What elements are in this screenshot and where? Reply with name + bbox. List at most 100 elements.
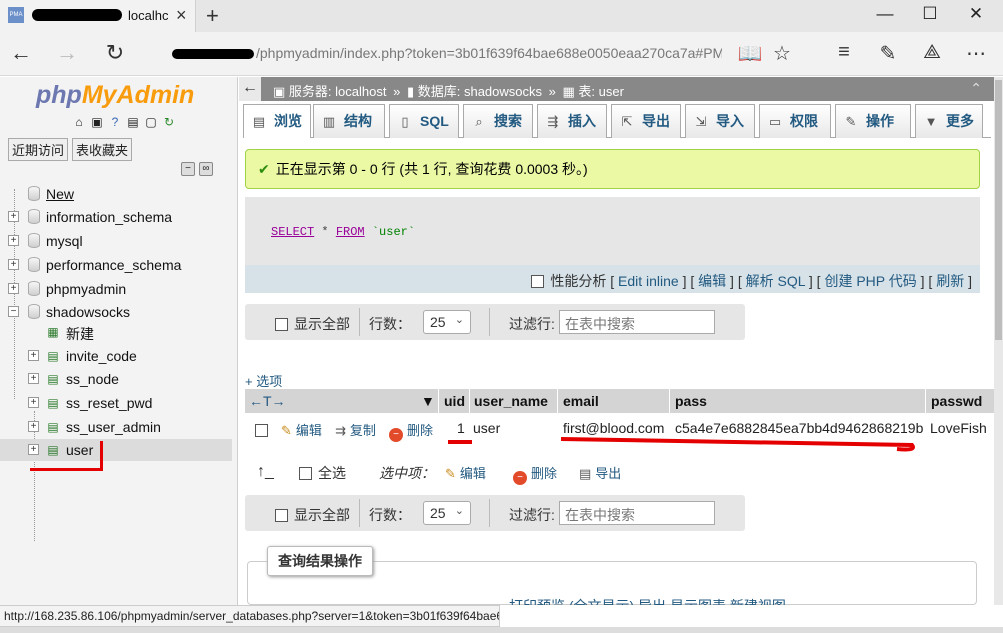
create-php-link[interactable]: 创建 PHP 代码 <box>824 273 916 289</box>
reading-view-icon[interactable]: 📖 <box>736 41 764 66</box>
tree-item-label[interactable]: phpmyadmin <box>46 281 126 297</box>
collapse-icon[interactable]: − <box>8 306 19 317</box>
more-icon[interactable]: ⋯ <box>962 41 990 66</box>
column-menu-chevron-icon[interactable]: ▼ <box>421 393 435 409</box>
show-all-control[interactable]: 显示全部 <box>275 505 350 525</box>
forward-arrow-icon[interactable]: → <box>52 40 82 66</box>
tab-close-icon[interactable]: × <box>176 5 187 26</box>
tree-item-ss-node[interactable]: + ▤ ss_node <box>0 368 232 390</box>
favorite-star-icon[interactable]: ☆ <box>768 41 796 66</box>
bulk-delete-action[interactable]: − 删除 <box>513 463 557 485</box>
options-link[interactable]: + 选项 <box>245 371 282 390</box>
rows-select[interactable]: 25 ⌄ <box>423 310 471 334</box>
breadcrumb-database[interactable]: 数据库: shadowsocks <box>418 84 542 99</box>
tree-item-mysql[interactable]: + mysql <box>0 230 232 252</box>
tab-operations[interactable]: ✎ 操作 <box>835 104 911 138</box>
expand-icon[interactable]: + <box>8 283 19 294</box>
column-sort-arrows[interactable]: ←T→ <box>249 393 286 409</box>
tree-item-new[interactable]: New <box>0 183 232 205</box>
new-tab-icon[interactable]: + <box>206 3 219 29</box>
reload-icon[interactable]: ↻ <box>162 115 176 129</box>
recent-tab[interactable]: 近期访问 <box>8 138 69 161</box>
tree-item-label[interactable]: information_schema <box>46 209 172 225</box>
tree-item-label[interactable]: performance_schema <box>46 257 181 273</box>
show-all-checkbox[interactable] <box>275 318 288 331</box>
bulk-export-action[interactable]: ▤ 导出 <box>579 463 621 482</box>
collapse-all-icon[interactable]: − <box>181 162 195 176</box>
row-checkbox[interactable] <box>255 424 268 437</box>
tree-item-label[interactable]: ss_reset_pwd <box>66 395 152 411</box>
expand-icon[interactable]: + <box>28 373 39 384</box>
tab-more[interactable]: ▼ 更多 <box>915 104 983 138</box>
show-all-control[interactable]: 显示全部 <box>275 314 350 334</box>
expand-icon[interactable]: + <box>8 211 19 222</box>
browser-tab[interactable]: PMA localhc × <box>0 0 196 32</box>
sql-query[interactable]: SELECT * FROM `user` <box>271 225 415 239</box>
breadcrumb-table[interactable]: 表: user <box>578 84 624 99</box>
column-header-passwd[interactable]: passwd <box>931 393 982 409</box>
tab-privileges[interactable]: ▭ 权限 <box>759 104 831 138</box>
back-arrow-icon[interactable]: ← <box>6 40 36 66</box>
phpmyadmin-logo[interactable]: phpMyAdmin <box>36 81 194 110</box>
tree-item-label[interactable]: New <box>46 186 74 202</box>
tab-structure[interactable]: ▥ 结构 <box>313 104 385 138</box>
column-header-uid[interactable]: uid <box>444 393 465 409</box>
tree-item-performance-schema[interactable]: + performance_schema <box>0 254 232 276</box>
profiling-checkbox[interactable] <box>531 275 545 288</box>
tree-item-invite-code[interactable]: + ▤ invite_code <box>0 345 232 367</box>
expand-icon[interactable]: + <box>28 421 39 432</box>
cell-user-name[interactable]: user <box>473 420 500 436</box>
tree-item-label[interactable]: ss_user_admin <box>66 419 161 435</box>
tab-browse[interactable]: ▤ 浏览 <box>243 104 311 138</box>
scrollbar-thumb[interactable] <box>995 80 1002 340</box>
rows-select[interactable]: 25 ⌄ <box>423 501 471 525</box>
sql-keyword[interactable]: SELECT <box>271 225 314 239</box>
tree-item-label[interactable]: invite_code <box>66 348 137 364</box>
row-edit-action[interactable]: ✎ 编辑 <box>281 420 322 439</box>
settings-icon[interactable]: ▢ <box>144 115 158 129</box>
tab-search[interactable]: ⌕ 搜索 <box>463 104 533 138</box>
web-note-icon[interactable]: ✎ <box>874 41 902 66</box>
explain-sql-link[interactable]: 解析 SQL <box>746 273 805 289</box>
expand-icon[interactable]: + <box>8 259 19 270</box>
edit-link[interactable]: 编辑 <box>698 273 726 289</box>
logout-icon[interactable]: ▣ <box>90 115 104 129</box>
breadcrumb-server[interactable]: 服务器: localhost <box>289 84 387 99</box>
tree-item-label[interactable]: mysql <box>46 233 83 249</box>
tab-insert[interactable]: ⇶ 插入 <box>537 104 607 138</box>
favorites-tab[interactable]: 表收藏夹 <box>72 138 133 161</box>
hub-icon[interactable]: ≡ <box>830 41 858 64</box>
tab-export[interactable]: ⇱ 导出 <box>611 104 681 138</box>
url-field[interactable]: /phpmyadmin/index.php?token=3b01f639f64b… <box>256 45 722 61</box>
cell-passwd[interactable]: LoveFish <box>930 420 987 436</box>
refresh-link[interactable]: 刷新 <box>936 273 964 289</box>
tree-item-label[interactable]: user <box>66 442 93 458</box>
home-icon[interactable]: ⌂ <box>72 115 86 129</box>
window-close-icon[interactable]: ✕ <box>961 4 991 24</box>
tree-item-new-table[interactable]: ▦ 新建 <box>0 321 232 343</box>
column-header-email[interactable]: email <box>563 393 599 409</box>
sql-keyword[interactable]: FROM <box>336 225 365 239</box>
expand-icon[interactable]: + <box>8 235 19 246</box>
maximize-icon[interactable]: ☐ <box>915 4 945 24</box>
refresh-icon[interactable]: ↻ <box>100 40 130 66</box>
tree-item-user[interactable]: + ▤ user <box>0 439 232 461</box>
row-copy-action[interactable]: ⇉ 复制 <box>335 420 376 439</box>
cell-uid[interactable]: 1 <box>457 420 465 436</box>
expand-icon[interactable]: + <box>28 444 39 455</box>
share-icon[interactable]: ⟁ <box>918 41 946 64</box>
tree-item-phpmyadmin[interactable]: + phpmyadmin <box>0 278 232 300</box>
row-delete-action[interactable]: − 删除 <box>389 420 433 442</box>
edit-inline-link[interactable]: Edit inline <box>618 273 679 289</box>
minimize-icon[interactable]: — <box>870 4 900 24</box>
expand-icon[interactable]: + <box>28 350 39 361</box>
help-icon[interactable]: ? <box>108 115 122 129</box>
filter-input[interactable]: 在表中搜索 <box>559 310 715 334</box>
link-with-main-icon[interactable]: ∞ <box>199 162 213 176</box>
check-all-control[interactable]: 全选 <box>299 463 346 483</box>
tab-sql[interactable]: ▯ SQL <box>389 104 459 138</box>
query-results-links[interactable]: 打印预览 (全文显示) 导出 显示图表 新建视图 <box>509 596 786 605</box>
column-header-pass[interactable]: pass <box>675 393 707 409</box>
collapse-menu-icon[interactable]: ⌃ <box>970 80 982 97</box>
filter-input[interactable]: 在表中搜索 <box>559 501 715 525</box>
